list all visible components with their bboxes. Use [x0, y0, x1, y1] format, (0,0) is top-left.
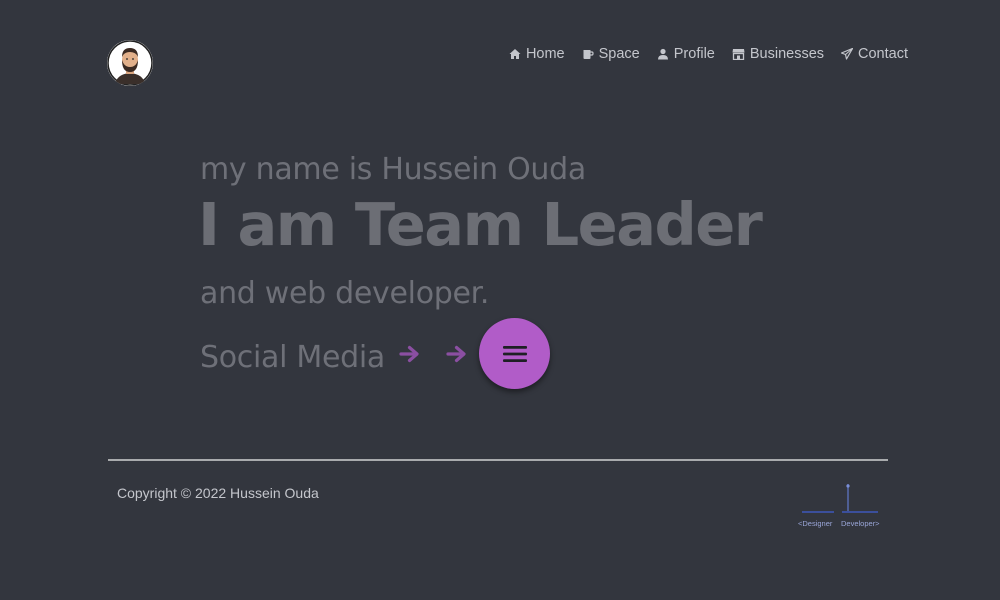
nav-item-space[interactable]: Space: [582, 46, 640, 62]
arrow-right-icon: [446, 345, 466, 363]
page: Home Space Profile Businesses Contact my…: [0, 0, 1000, 600]
hero-title: I am Team Leader: [198, 190, 763, 259]
hero-intro: my name is Hussein Ouda: [200, 152, 586, 187]
nav-item-businesses[interactable]: Businesses: [732, 46, 824, 62]
store-icon: [732, 49, 745, 60]
nav-item-label: Businesses: [749, 46, 825, 62]
logo-designer-text: <Designer: [798, 519, 833, 528]
avatar[interactable]: [107, 40, 153, 86]
paper-plane-icon: [841, 48, 854, 60]
copyright-text: Copyright © 2022 Hussein Ouda: [117, 485, 319, 501]
hamburger-menu-icon: [502, 345, 527, 362]
brand-logo[interactable]: <Designer Developer>: [796, 482, 886, 530]
avatar-portrait-icon: [107, 40, 153, 86]
logo-developer-text: Developer>: [841, 519, 880, 528]
home-icon: [509, 49, 521, 59]
user-icon: [657, 48, 668, 60]
main-nav: Home Space Profile Businesses Contact: [509, 46, 908, 62]
nav-item-profile[interactable]: Profile: [657, 46, 715, 62]
hero-subtitle: and web developer.: [200, 276, 490, 311]
nav-item-contact[interactable]: Contact: [841, 46, 908, 62]
footer-divider: [108, 459, 888, 461]
social-menu-button[interactable]: [479, 318, 550, 389]
designer-developer-logo-icon: [802, 484, 878, 513]
social-media-label: Social Media: [200, 340, 385, 375]
nav-item-home[interactable]: Home: [509, 46, 565, 62]
arrow-right-icon: [399, 345, 419, 363]
mug-icon: [583, 50, 594, 59]
nav-item-label: Home: [525, 46, 565, 62]
nav-item-label: Contact: [858, 46, 908, 62]
nav-item-label: Space: [598, 46, 640, 62]
nav-item-label: Profile: [673, 46, 715, 62]
